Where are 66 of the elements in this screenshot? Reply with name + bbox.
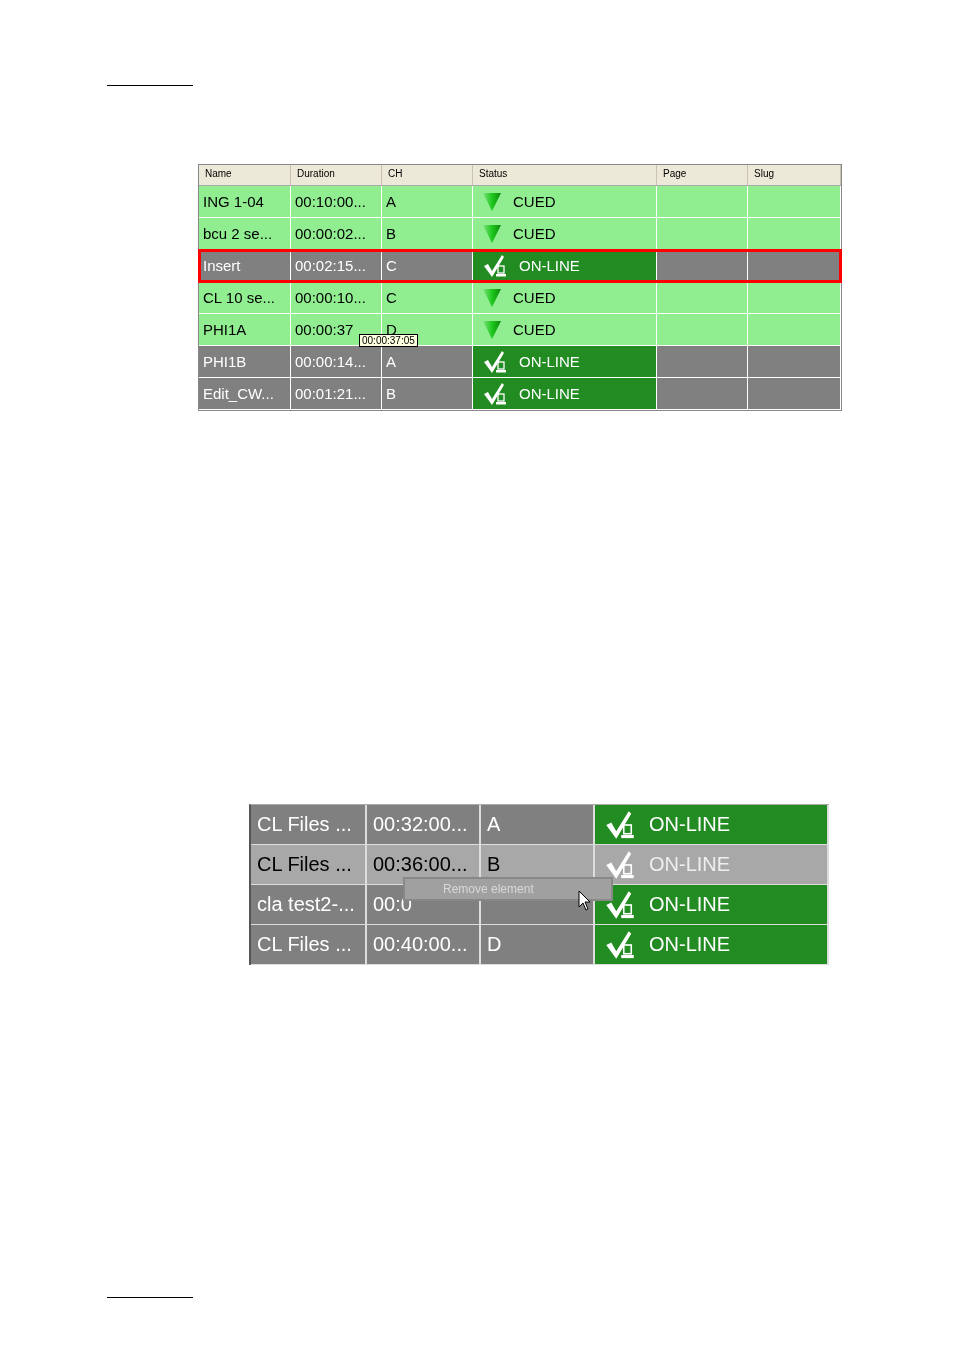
- duration-cell: 00:00:02...: [291, 218, 382, 249]
- cursor-icon: [578, 890, 592, 912]
- check-computer-icon: [483, 349, 507, 374]
- check-computer-icon: [605, 889, 635, 920]
- channel-cell: D: [481, 925, 595, 964]
- triangle-icon: [483, 224, 501, 243]
- table-row[interactable]: CL Files ... 00:36:00... B ON-LINE: [251, 845, 829, 885]
- column-header[interactable]: Slug: [748, 165, 841, 185]
- status-label: ON-LINE: [519, 353, 580, 370]
- name-cell: cla test2-...: [251, 885, 367, 924]
- channel-cell: A: [481, 805, 595, 844]
- name-cell: CL Files ...: [251, 805, 367, 844]
- check-computer-icon: [605, 849, 635, 880]
- duration-cell: 00:00:14...: [291, 346, 382, 377]
- channel-cell: B: [382, 218, 473, 249]
- status-label: CUED: [513, 321, 556, 338]
- table-row[interactable]: CL 10 se... 00:00:10... C CUED: [199, 282, 841, 314]
- check-computer-icon: [483, 253, 507, 278]
- channel-cell: C: [382, 282, 473, 313]
- table-row[interactable]: Insert 00:02:15... C ON-LINE: [199, 250, 841, 282]
- channel-cell: B: [382, 378, 473, 409]
- duration-cell: 00:02:15...: [291, 250, 382, 281]
- column-header[interactable]: Duration: [291, 165, 382, 185]
- table-row[interactable]: ING 1-04 00:10:00... A CUED: [199, 186, 841, 218]
- status-label: ON-LINE: [519, 257, 580, 274]
- channel-cell: C: [382, 250, 473, 281]
- column-header[interactable]: Page: [657, 165, 748, 185]
- channel-cell: A: [382, 186, 473, 217]
- status-label: CUED: [513, 193, 556, 210]
- check-computer-icon: [483, 381, 507, 406]
- name-cell: Insert: [199, 250, 291, 281]
- channel-cell: A: [382, 346, 473, 377]
- column-header[interactable]: CH: [382, 165, 473, 185]
- column-header[interactable]: Status: [473, 165, 657, 185]
- duration-cell: 00:40:00...: [367, 925, 481, 964]
- name-cell: CL 10 se...: [199, 282, 291, 313]
- tooltip: 00:00:37:05: [359, 334, 418, 347]
- table-row[interactable]: PHI1B 00:00:14... A ON-LINE: [199, 346, 841, 378]
- triangle-icon: [483, 192, 501, 211]
- status-label: CUED: [513, 289, 556, 306]
- duration-cell: 00:01:21...: [291, 378, 382, 409]
- name-cell: PHI1A: [199, 314, 291, 345]
- name-cell: bcu 2 se...: [199, 218, 291, 249]
- duration-cell: 00:10:00...: [291, 186, 382, 217]
- check-computer-icon: [605, 929, 635, 960]
- triangle-icon: [483, 320, 501, 339]
- triangle-icon: [483, 288, 501, 307]
- duration-cell: 00:00:10...: [291, 282, 382, 313]
- name-cell: Edit_CW...: [199, 378, 291, 409]
- status-label: ON-LINE: [519, 385, 580, 402]
- name-cell: CL Files ...: [251, 925, 367, 964]
- name-cell: ING 1-04: [199, 186, 291, 217]
- table-row[interactable]: bcu 2 se... 00:00:02... B CUED: [199, 218, 841, 250]
- table-row[interactable]: Edit_CW... 00:01:21... B ON-LINE: [199, 378, 841, 410]
- name-cell: PHI1B: [199, 346, 291, 377]
- status-label: ON-LINE: [649, 933, 731, 956]
- check-computer-icon: [605, 809, 635, 840]
- table-row[interactable]: CL Files ... 00:40:00... D ON-LINE: [251, 925, 829, 965]
- duration-cell: 00:32:00...: [367, 805, 481, 844]
- status-label: ON-LINE: [649, 893, 731, 916]
- table-row[interactable]: CL Files ... 00:32:00... A ON-LINE: [251, 805, 829, 845]
- status-label: ON-LINE: [649, 813, 731, 836]
- status-label: ON-LINE: [649, 853, 731, 876]
- name-cell: CL Files ...: [251, 845, 367, 884]
- column-header[interactable]: Name: [199, 165, 291, 185]
- status-label: CUED: [513, 225, 556, 242]
